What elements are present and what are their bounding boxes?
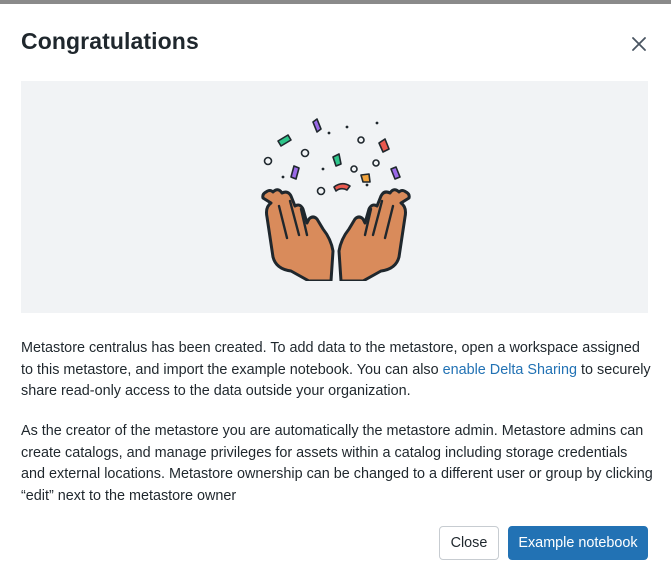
congratulations-dialog: Congratulations Metastore centralus has … [0, 4, 671, 586]
enable-delta-sharing-link[interactable]: enable Delta Sharing [443, 362, 577, 378]
close-icon[interactable] [627, 32, 651, 56]
confetti-hands-illustration [21, 81, 648, 313]
confetti-hands-icon [261, 118, 411, 281]
close-button[interactable]: Close [439, 526, 499, 560]
example-notebook-button[interactable]: Example notebook [508, 526, 648, 560]
created-message: Metastore centralus has been created. To… [21, 338, 653, 403]
dialog-title: Congratulations [21, 28, 199, 54]
admin-info-message: As the creator of the metastore you are … [21, 423, 653, 504]
